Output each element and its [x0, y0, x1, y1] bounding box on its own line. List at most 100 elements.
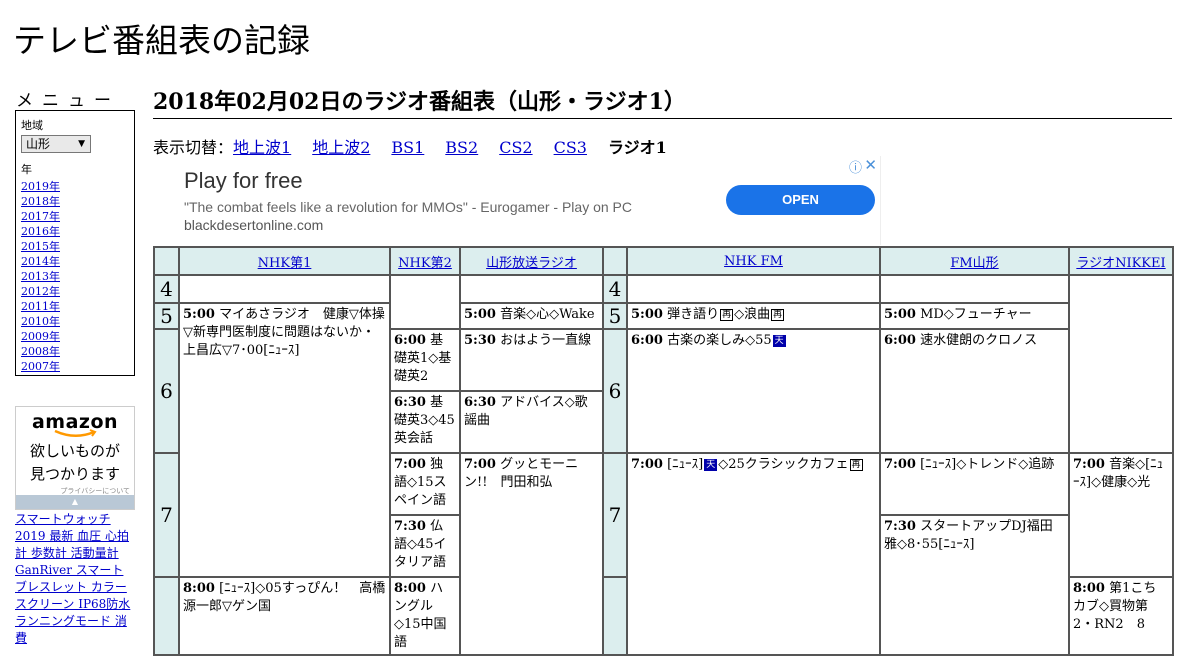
- program-cell[interactable]: 6:00 古楽の楽しみ◇55 天: [626, 328, 881, 454]
- program-title: [ﾆｭｰｽ]◇トレンド◇追跡: [920, 457, 1055, 472]
- program-cell[interactable]: 5:30 おはよう一直線: [459, 328, 604, 392]
- program-cell[interactable]: 8:00 [ﾆｭｰｽ]◇05すっぴん！ 高橋源一郎▽ゲン国: [178, 576, 391, 656]
- program-cell[interactable]: 8:00 第1こちカブ◇買物第2・RN2 8: [1068, 576, 1174, 656]
- info-icon[interactable]: ⓘ: [849, 157, 862, 176]
- year-link[interactable]: 2017年: [21, 210, 60, 223]
- switch-link-cs2[interactable]: CS2: [499, 138, 532, 157]
- ad-description: "The combat feels like a revolution for …: [184, 199, 632, 215]
- program-cell[interactable]: 5:00 音楽◇心◇Wake: [459, 302, 604, 330]
- rerun-badge-icon: 再: [771, 308, 785, 321]
- year-link[interactable]: 2018年: [21, 195, 60, 208]
- program-cell[interactable]: 7:00 音楽◇[ﾆｭｰｽ]◇健康◇光: [1068, 452, 1174, 578]
- chevron-down-icon: ▼: [78, 139, 85, 149]
- banner-ad[interactable]: Play for free "The combat feels like a r…: [153, 156, 881, 245]
- switch-link-bs1[interactable]: BS1: [391, 138, 424, 157]
- close-icon[interactable]: ✕: [864, 156, 877, 174]
- program-cell[interactable]: 5:00 弾き語り再 ◇浪曲再: [626, 302, 881, 330]
- program-title: MD◇フューチャー: [920, 307, 1032, 322]
- region-select[interactable]: 山形 ▼: [21, 135, 91, 153]
- program-time: 5:00: [464, 307, 496, 322]
- program-title: 弾き語り: [667, 307, 720, 322]
- year-link[interactable]: 2007年: [21, 360, 60, 373]
- switch-link-cs3[interactable]: CS3: [554, 138, 587, 157]
- channel-switcher: 表示切替：地上波1 地上波2 BS1 BS2 CS2 CS3 ラジオ1: [153, 134, 688, 158]
- program-time: 6:00: [394, 333, 426, 348]
- program-cell: [178, 274, 391, 304]
- program-cell: [626, 274, 881, 304]
- channel-header: FM山形: [879, 246, 1070, 276]
- switch-link-bs2[interactable]: BS2: [445, 138, 478, 157]
- rerun-badge-icon: 再: [720, 308, 734, 321]
- amazon-ad[interactable]: amazon 欲しいものが 見つかります プライバシーについて ▲: [15, 406, 135, 510]
- program-cell[interactable]: 8:00 ハングル◇15中国語: [389, 576, 461, 656]
- program-time: 7:00: [884, 457, 916, 472]
- program-cell[interactable]: 6:30 基礎英3◇45英会話: [389, 390, 461, 454]
- program-time: 6:00: [631, 333, 663, 348]
- year-link[interactable]: 2008年: [21, 345, 60, 358]
- program-time: 7:00: [1073, 457, 1105, 472]
- hour-cell: 5: [602, 302, 628, 330]
- program-time: 7:00: [631, 457, 663, 472]
- hour-cell: 6: [153, 328, 180, 454]
- program-cell[interactable]: 6:00 基礎英1◇基礎英2: [389, 328, 461, 392]
- program-cell[interactable]: 7:30 スタートアップDJ福田雅◇8･55[ﾆｭｰｽ]: [879, 514, 1070, 656]
- ad-title[interactable]: Play for free: [184, 168, 303, 194]
- program-cell[interactable]: 6:00 速水健朗のクロノス: [879, 328, 1070, 454]
- channel-link-nikkei[interactable]: ラジオNIKKEI: [1076, 256, 1165, 271]
- year-link[interactable]: 2014年: [21, 255, 60, 268]
- channel-header: ラジオNIKKEI: [1068, 246, 1174, 276]
- ad-url[interactable]: blackdesertonline.com: [184, 217, 323, 233]
- program-time: 7:00: [394, 457, 426, 472]
- channel-link-fmy[interactable]: FM山形: [950, 256, 998, 271]
- program-cell[interactable]: 7:30 仏語◇45イタリア語: [389, 514, 461, 578]
- ad-open-button[interactable]: OPEN: [726, 185, 875, 215]
- program-cell[interactable]: 6:30 アドバイス◇歌謡曲: [459, 390, 604, 454]
- program-title-prefix: [ﾆｭｰｽ]: [667, 457, 704, 472]
- switch-link-chijo1[interactable]: 地上波1: [233, 138, 291, 157]
- program-title: 音楽◇心◇Wake: [500, 307, 595, 322]
- chevron-up-icon[interactable]: ▲: [16, 495, 134, 509]
- program-cell[interactable]: 7:00 グッとモーニン!! 門田和弘: [459, 452, 604, 656]
- menu-box: 地域 山形 ▼ 年 2019年 2018年 2017年 2016年 2015年 …: [15, 110, 135, 376]
- year-label: 年: [21, 163, 32, 176]
- product-link[interactable]: スマートウォッチ 2019 最新 血圧 心拍計 歩数計 活動量計 GanRive…: [15, 511, 135, 647]
- program-title: おはよう一直線: [500, 333, 592, 348]
- hour-cell: 7: [153, 452, 180, 578]
- channel-link-nhkfm[interactable]: NHK FM: [724, 254, 783, 269]
- year-list: 2019年 2018年 2017年 2016年 2015年 2014年 2013…: [21, 179, 129, 374]
- program-cell[interactable]: 5:00 MD◇フューチャー: [879, 302, 1070, 330]
- channel-link-nhk1[interactable]: NHK第1: [258, 256, 312, 271]
- year-link[interactable]: 2012年: [21, 285, 60, 298]
- program-time: 5:00: [183, 307, 215, 322]
- hour-header: [602, 246, 628, 276]
- program-cell[interactable]: 7:00 [ﾆｭｰｽ] 天 ◇25クラシックカフェ再: [626, 452, 881, 656]
- switch-link-chijo2[interactable]: 地上波2: [312, 138, 370, 157]
- amazon-tagline-2: 見つかります: [29, 465, 120, 483]
- program-cell[interactable]: 7:00 独語◇15スペイン語: [389, 452, 461, 516]
- program-cell: [879, 274, 1070, 304]
- program-time: 5:00: [884, 307, 916, 322]
- program-cell[interactable]: 7:00 [ﾆｭｰｽ]◇トレンド◇追跡: [879, 452, 1070, 516]
- year-link[interactable]: 2013年: [21, 270, 60, 283]
- year-link[interactable]: 2015年: [21, 240, 60, 253]
- program-title: ◇25クラシックカフェ: [718, 457, 849, 472]
- program-title-suffix: ◇浪曲: [734, 307, 771, 322]
- program-time: 7:30: [394, 519, 426, 534]
- switch-label: 表示切替：: [153, 138, 234, 157]
- channel-link-nhk2[interactable]: NHK第2: [398, 256, 452, 271]
- channel-header: NHK FM: [626, 246, 881, 276]
- amazon-tagline-1: 欲しいものが: [29, 442, 120, 460]
- hour-cell: [602, 576, 628, 656]
- schedule-table: NHK第1 NHK第2 山形放送ラジオ NHK FM FM山形 ラジオNIKKE…: [153, 246, 1174, 656]
- program-cell[interactable]: 5:00 マイあさラジオ 健康▽体操▽新専門医制度に問題はないか・上昌広▽7･0…: [178, 302, 391, 578]
- switch-current-radio1: ラジオ1: [607, 138, 667, 157]
- year-link[interactable]: 2009年: [21, 330, 60, 343]
- hour-header: [153, 246, 180, 276]
- weather-badge-icon: 天: [704, 458, 718, 471]
- year-link[interactable]: 2010年: [21, 315, 60, 328]
- hour-cell: 4: [602, 274, 628, 304]
- year-link[interactable]: 2011年: [21, 300, 60, 313]
- channel-link-ybc[interactable]: 山形放送ラジオ: [486, 256, 577, 271]
- year-link[interactable]: 2019年: [21, 180, 60, 193]
- year-link[interactable]: 2016年: [21, 225, 60, 238]
